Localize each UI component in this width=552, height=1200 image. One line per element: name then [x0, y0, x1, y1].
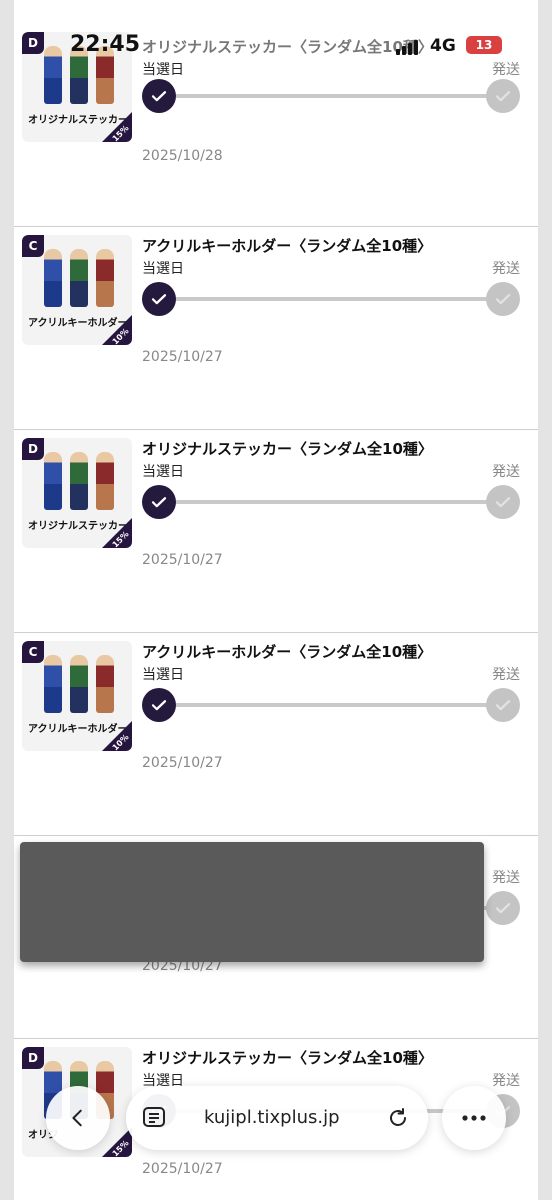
item-title: アクリルキーホルダー〈ランダム全10種〉	[142, 237, 433, 255]
progress-track	[160, 703, 518, 707]
won-date: 2025/10/27	[142, 755, 223, 771]
step-pending-check-icon	[486, 891, 520, 925]
shipping-label: 発送	[492, 261, 520, 277]
step-complete-check-icon	[142, 282, 176, 316]
grade-badge: C	[22, 641, 44, 663]
step-complete-check-icon	[142, 485, 176, 519]
more-button[interactable]	[442, 1086, 506, 1150]
won-date: 2025/10/27	[142, 1161, 223, 1177]
won-date-label: 当選日	[142, 667, 184, 683]
reader-icon[interactable]	[142, 1106, 168, 1130]
back-button[interactable]	[46, 1086, 110, 1150]
won-date: 2025/10/28	[142, 148, 223, 164]
product-thumbnail: アクリルキーホルダー C 10%	[22, 641, 132, 751]
product-thumbnail: オリジナルステッカー D 15%	[22, 438, 132, 548]
progress-track	[160, 297, 518, 301]
shipping-label: 発送	[492, 667, 520, 683]
address-bar[interactable]: kujipl.tixplus.jp	[126, 1086, 428, 1150]
won-date: 2025/10/27	[142, 552, 223, 568]
won-date: 2025/10/27	[142, 349, 223, 365]
list-item[interactable]: オリジナルステッカー D 15% オリジナルステッカー〈ランダム全10種〉 当選…	[14, 0, 538, 227]
list-item[interactable]: アクリルキーホルダー C 10% アクリルキーホルダー〈ランダム全10種〉 当選…	[14, 633, 538, 836]
url-text[interactable]: kujipl.tixplus.jp	[204, 1107, 340, 1128]
step-complete-check-icon	[142, 79, 176, 113]
more-icon	[462, 1115, 486, 1121]
won-date-label: 当選日	[142, 464, 184, 480]
step-pending-check-icon	[486, 485, 520, 519]
reload-icon[interactable]	[386, 1106, 410, 1130]
won-date-label: 当選日	[142, 62, 184, 78]
shipping-label: 発送	[492, 62, 520, 78]
chevron-left-icon	[72, 1109, 82, 1127]
list-item[interactable]: アクリルキーホルダー C 10% アクリルキーホルダー〈ランダム全10種〉 当選…	[14, 227, 538, 430]
list-item[interactable]: 発送 2025/10/27	[14, 836, 538, 1039]
step-pending-check-icon	[486, 688, 520, 722]
redaction-block	[20, 842, 484, 962]
product-thumbnail: オリジナルステッカー D 15%	[22, 32, 132, 142]
won-date-label: 当選日	[142, 261, 184, 277]
item-title: オリジナルステッカー〈ランダム全10種〉	[142, 1049, 433, 1067]
item-title: アクリルキーホルダー〈ランダム全10種〉	[142, 643, 433, 661]
item-title: オリジナルステッカー〈ランダム全10種〉	[142, 440, 433, 458]
grade-badge: C	[22, 235, 44, 257]
list-item[interactable]: オリジナルステッカー D 15% オリジナルステッカー〈ランダム全10種〉 当選…	[14, 430, 538, 633]
item-title: オリジナルステッカー〈ランダム全10種〉	[142, 38, 433, 56]
product-thumbnail: アクリルキーホルダー C 10%	[22, 235, 132, 345]
step-complete-check-icon	[142, 688, 176, 722]
shipping-label: 発送	[492, 464, 520, 480]
shipping-label: 発送	[492, 870, 520, 886]
grade-badge: D	[22, 32, 44, 54]
progress-track	[160, 500, 518, 504]
lottery-result-list: オリジナルステッカー D 15% オリジナルステッカー〈ランダム全10種〉 当選…	[14, 0, 538, 1200]
browser-toolbar: kujipl.tixplus.jp	[0, 1080, 552, 1160]
step-pending-check-icon	[486, 79, 520, 113]
step-pending-check-icon	[486, 282, 520, 316]
grade-badge: D	[22, 438, 44, 460]
grade-badge: D	[22, 1047, 44, 1069]
progress-track	[160, 94, 518, 98]
